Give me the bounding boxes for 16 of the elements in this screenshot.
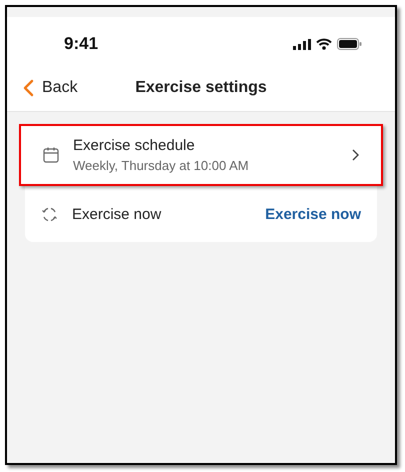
- signal-icon: [293, 38, 311, 50]
- settings-row[interactable]: Exercise schedule Weekly, Thursday at 10:00 AM: [19, 124, 383, 186]
- settings-row[interactable]: Exercise now Exercise now: [25, 186, 377, 242]
- screen-title: Exercise settings: [135, 79, 267, 97]
- back-button[interactable]: Back: [23, 79, 78, 97]
- battery-icon: [337, 38, 362, 50]
- sync-icon: [41, 206, 58, 222]
- calendar-icon: [43, 147, 59, 163]
- row-subtitle: Weekly, Thursday at 10:00 AM: [73, 158, 250, 173]
- chevron-right-icon: [352, 149, 359, 161]
- row-title: Exercise schedule: [73, 137, 196, 154]
- row-title: Exercise now: [72, 206, 162, 222]
- status-time: 9:41: [64, 34, 98, 54]
- exercise-now-link[interactable]: Exercise now: [265, 206, 361, 222]
- wifi-icon: [316, 38, 332, 50]
- chevron-left-icon: [23, 79, 34, 97]
